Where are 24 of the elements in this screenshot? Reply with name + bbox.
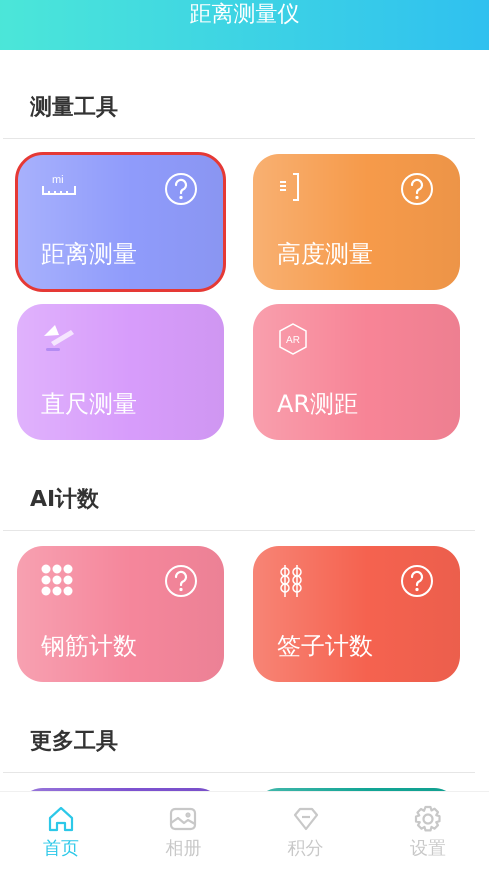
tool-card[interactable]: mi 距离测量 <box>17 154 224 290</box>
tool-card[interactable]: 签子计数 <box>253 546 460 682</box>
card-title: AR测距 <box>277 389 360 420</box>
card-title: 直尺测量 <box>41 389 138 420</box>
section-title: 更多工具 <box>3 727 475 773</box>
help-icon[interactable] <box>164 172 198 206</box>
ar-icon: AR <box>277 322 309 356</box>
help-icon[interactable] <box>400 172 434 206</box>
section-title: AI计数 <box>3 485 475 531</box>
app-title: 距离测量仪 <box>190 2 300 28</box>
tool-card[interactable]: 高度测量 <box>253 154 460 290</box>
card-title: 高度测量 <box>277 239 374 270</box>
card-title: 距离测量 <box>41 239 138 270</box>
help-icon[interactable] <box>400 564 434 598</box>
help-icon[interactable] <box>164 564 198 598</box>
settings-icon <box>412 804 443 834</box>
tool-card[interactable]: 钢筋计数 <box>17 546 224 682</box>
section-title: 测量工具 <box>3 93 475 139</box>
card-title: 签子计数 <box>277 631 374 662</box>
dots-grid-icon <box>41 564 75 598</box>
nav-tab[interactable]: 首页 <box>0 792 122 872</box>
card-title: 钢筋计数 <box>41 631 138 662</box>
tool-card[interactable]: 直尺测量 <box>17 304 224 440</box>
tool-card[interactable]: AR AR测距 <box>253 304 460 440</box>
